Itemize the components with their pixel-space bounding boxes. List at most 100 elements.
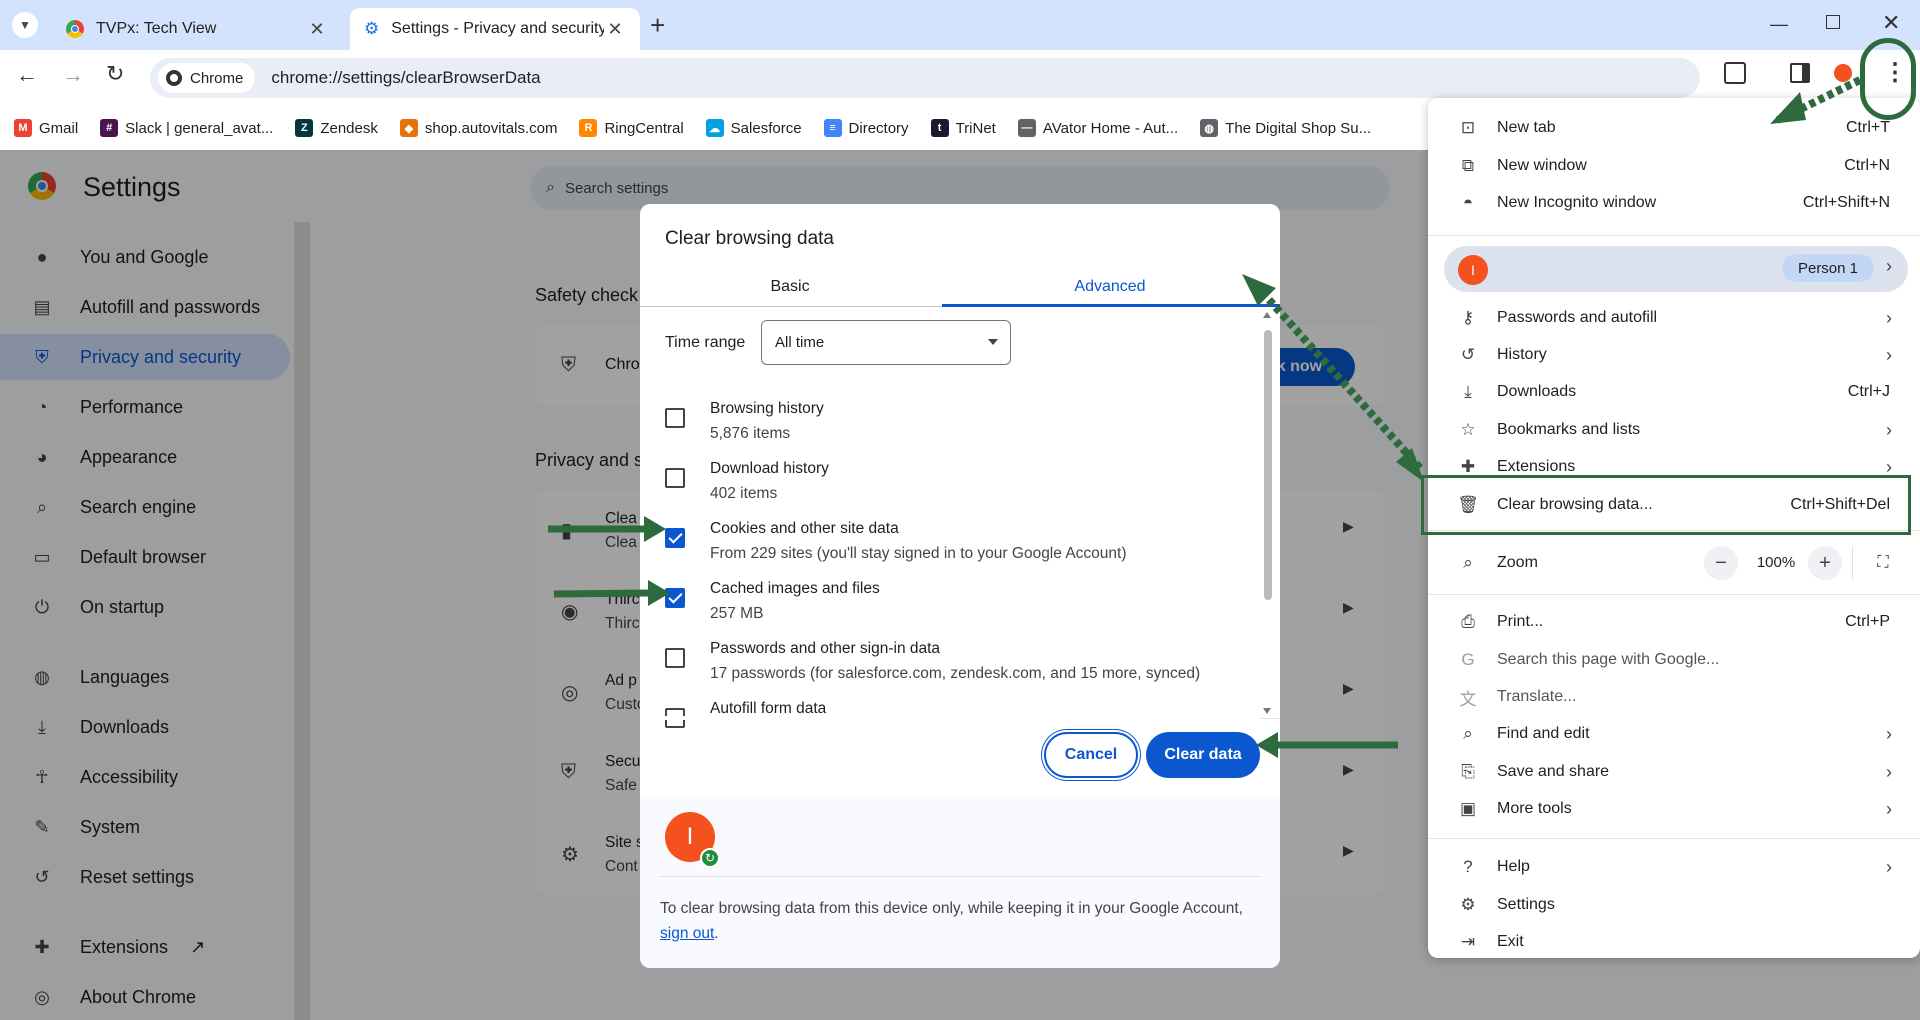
tab-tvpx[interactable]: TVPx: Tech View ✕ [52, 8, 342, 50]
menu-item-new-incognito-window[interactable]: ◓ New Incognito window Ctrl+Shift+N [1428, 185, 1920, 221]
site-chip-label: Chrome [190, 69, 244, 87]
find-icon: ⌕ [1463, 724, 1473, 743]
star-icon: ☆ [1460, 420, 1476, 439]
tab-search-chevron-icon[interactable]: ▼ [12, 12, 38, 38]
menu-item-passwords-and-autofill[interactable]: ⚷ Passwords and autofill › [1428, 300, 1920, 336]
menu-item-shortcut: Ctrl+P [1845, 613, 1890, 630]
profile-avatar[interactable] [1834, 64, 1852, 82]
bookmark-label: Slack | general_avat... [125, 119, 274, 137]
slack-icon: # [100, 119, 119, 137]
checkbox-cached-images-and-files[interactable] [665, 588, 685, 608]
menu-item-search-this-page-with-google[interactable]: G Search this page with Google... [1428, 642, 1920, 678]
back-arrow-icon[interactable]: ← [16, 62, 38, 88]
tab-close-icon[interactable]: ✕ [604, 19, 626, 40]
new-tab-icon: ⊡ [1460, 118, 1476, 137]
checkbox-passwords-and-other-sign-in-data[interactable] [665, 648, 685, 668]
bookmark-label: AVator Home - Aut... [1042, 119, 1179, 137]
autovitals-icon: ◆ [399, 119, 418, 137]
menu-item-label: Passwords and autofill [1497, 309, 1658, 326]
puzzle-icon: ✚ [1460, 457, 1476, 476]
menu-item-bookmarks-and-lists[interactable]: ☆ Bookmarks and lists › [1428, 412, 1920, 448]
zoom-in-button[interactable]: + [1808, 546, 1842, 580]
new-tab-button[interactable]: + [650, 10, 665, 41]
chevron-right-icon: › [1886, 419, 1892, 440]
menu-item-new-tab[interactable]: ⊡ New tab Ctrl+T [1428, 110, 1920, 146]
dialog-scrollbar-thumb[interactable] [1264, 330, 1272, 600]
bookmark-item[interactable]: ◍ The Digital Shop Su... [1200, 119, 1371, 137]
trinet-icon: t [930, 119, 949, 137]
chevron-right-icon: › [1886, 307, 1892, 328]
menu-item-downloads[interactable]: ⤓ Downloads Ctrl+J [1428, 374, 1920, 410]
menu-separator [1428, 594, 1920, 595]
notice-text: To clear browsing data from this device … [660, 900, 1243, 917]
key-icon: ⚷ [1461, 308, 1475, 327]
bookmark-item[interactable]: ☁ Salesforce [705, 119, 802, 137]
list-clip [640, 716, 1260, 720]
checkbox-browsing-history[interactable] [665, 408, 685, 428]
kebab-highlight-circle [1860, 38, 1916, 120]
bookmark-item[interactable]: t TriNet [930, 119, 996, 137]
site-chip[interactable]: Chrome [158, 63, 256, 93]
menu-item-label: Help [1497, 858, 1530, 875]
checkbox-cookies-and-other-site-data[interactable] [665, 528, 685, 548]
zoom-out-button[interactable]: − [1704, 546, 1738, 580]
ringcentral-icon: R [579, 119, 598, 137]
help-icon: ? [1463, 857, 1473, 876]
reload-icon[interactable]: ↻ [106, 61, 124, 87]
cancel-button[interactable]: Cancel [1044, 732, 1138, 778]
clear-data-button[interactable]: Clear data [1146, 732, 1260, 778]
tab-settings[interactable]: ⚙ Settings - Privacy and security ✕ [350, 8, 640, 50]
menu-item-label: New tab [1497, 119, 1556, 136]
sign-out-link[interactable]: sign out [660, 925, 714, 942]
bookmark-item[interactable]: R RingCentral [579, 119, 684, 137]
fullscreen-icon[interactable]: ⛶ [1866, 546, 1900, 580]
bookmark-label: shop.autovitals.com [424, 119, 558, 137]
bookmark-item[interactable]: # Slack | general_avat... [100, 119, 273, 137]
bookmark-label: RingCentral [604, 119, 684, 137]
zoom-icon: ⌕ [1463, 553, 1473, 572]
tab-basic[interactable]: Basic [640, 274, 940, 310]
bookmark-item[interactable]: M Gmail [14, 119, 78, 137]
menu-item-label: Save and share [1497, 763, 1610, 780]
tab-close-icon[interactable]: ✕ [306, 19, 328, 40]
menu-item-save-and-share[interactable]: ⎘ Save and share › [1428, 754, 1920, 790]
bookmark-label: Gmail [39, 119, 79, 137]
menu-item-history[interactable]: ↺ History › [1428, 337, 1920, 373]
menu-item-exit[interactable]: ⇥ Exit [1428, 924, 1920, 958]
address-bar[interactable]: Chrome chrome://settings/clearBrowserDat… [150, 58, 1700, 98]
menu-item-more-tools[interactable]: ▣ More tools › [1428, 791, 1920, 827]
bookmark-item[interactable]: — AVator Home - Aut... [1017, 119, 1179, 137]
menu-item-new-window[interactable]: ⧉ New window Ctrl+N [1428, 148, 1920, 184]
menu-item-translate[interactable]: 文 Translate... [1428, 679, 1920, 715]
zoom-value: 100% [1756, 554, 1796, 571]
restore-button[interactable] [1826, 15, 1840, 29]
bookmark-label: Zendesk [320, 119, 378, 137]
menu-item-find-and-edit[interactable]: ⌕ Find and edit › [1428, 716, 1920, 752]
menu-item-print[interactable]: ⎙ Print... Ctrl+P [1428, 604, 1920, 640]
zoom-divider [1852, 546, 1853, 580]
bookmark-label: Salesforce [730, 119, 802, 137]
chrome-favicon-icon [66, 20, 84, 38]
menu-item-help[interactable]: ? Help › [1428, 849, 1920, 885]
time-range-label: Time range [665, 334, 746, 351]
bookmark-item[interactable]: ≡ Directory [823, 119, 909, 137]
chevron-right-icon: › [1886, 344, 1892, 365]
sync-icon: ↻ [700, 848, 720, 868]
data-type-title: Browsing history [710, 400, 824, 417]
menu-item-settings[interactable]: ⚙ Settings [1428, 887, 1920, 923]
checkbox-download-history[interactable] [665, 468, 685, 488]
bookmark-item[interactable]: Z Zendesk [295, 119, 378, 137]
clear-browsing-data-dialog: Clear browsing data Basic Advanced Time … [640, 204, 1280, 968]
bookmark-item[interactable]: ◆ shop.autovitals.com [399, 119, 558, 137]
chevron-right-icon: › [1886, 256, 1892, 276]
chrome-logo-icon [166, 70, 182, 86]
chevron-right-icon: › [1886, 798, 1892, 819]
minimize-button[interactable]: — [1770, 14, 1788, 35]
profile-avatar: I [1458, 255, 1488, 285]
url-text: chrome://settings/clearBrowserData [271, 68, 541, 87]
close-window-button[interactable]: ✕ [1882, 10, 1900, 36]
time-range-select[interactable]: All time [761, 320, 1011, 365]
extensions-puzzle-icon[interactable] [1724, 62, 1746, 84]
forward-arrow-icon[interactable]: → [62, 62, 84, 88]
side-panel-icon[interactable] [1790, 63, 1810, 83]
